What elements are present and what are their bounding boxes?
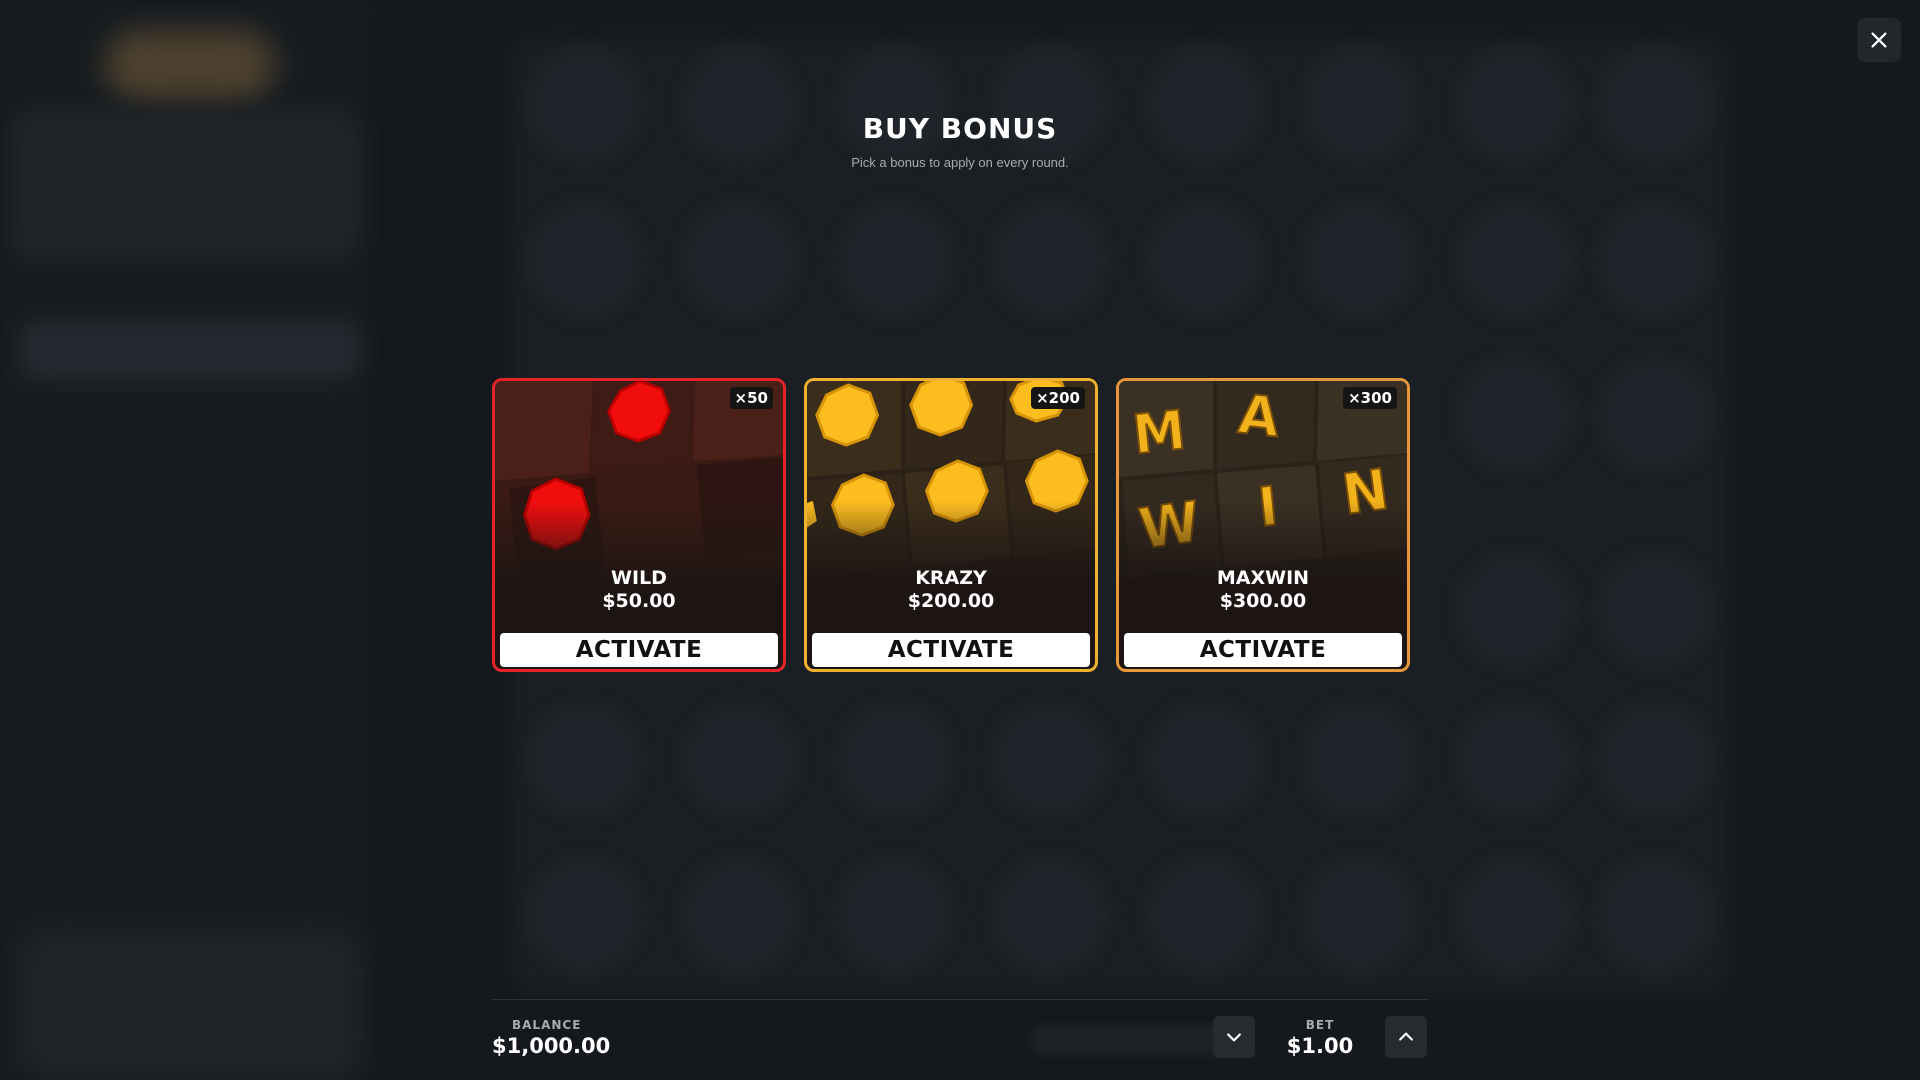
background-cell (990, 200, 1110, 320)
background-pill (1030, 1025, 1230, 1055)
background-cell (1455, 45, 1575, 165)
background-cell (990, 700, 1110, 820)
background-cell (1300, 855, 1420, 975)
bonus-price: $50.00 (602, 590, 676, 612)
activate-button[interactable]: ACTIVATE (1124, 633, 1402, 667)
chevron-down-icon (1227, 1033, 1241, 1042)
bonus-card-wild: ×50 WILD $50.00 ACTIVATE (492, 378, 786, 672)
chevron-up-icon (1399, 1032, 1413, 1041)
bet-value: $1.00 (1286, 1034, 1354, 1058)
background-cell (1595, 550, 1715, 670)
modal-subtitle: Pick a bonus to apply on every round. (851, 155, 1069, 170)
background-panel (20, 930, 360, 1080)
background-cell (1145, 200, 1265, 320)
background-cell (1595, 855, 1715, 975)
background-cell (990, 855, 1110, 975)
background-cell (1145, 855, 1265, 975)
modal-title: BUY BONUS (862, 112, 1058, 145)
background-cell (1300, 200, 1420, 320)
close-icon (1871, 32, 1887, 48)
bonus-cards: ×50 WILD $50.00 ACTIVATE ×200 KRAZY $200… (492, 378, 1410, 672)
activate-button[interactable]: ACTIVATE (812, 633, 1090, 667)
balance-value: $1,000.00 (492, 1034, 611, 1058)
background-cell (1300, 45, 1420, 165)
background-cell (525, 45, 645, 165)
bet-increase-button[interactable] (1385, 1016, 1427, 1058)
background-cell (1145, 700, 1265, 820)
background-cell (1455, 355, 1575, 475)
background-cell (1145, 45, 1265, 165)
background-cell (525, 700, 645, 820)
background-cell (835, 855, 955, 975)
bet-label: BET (1305, 1018, 1335, 1032)
background-cell (1595, 700, 1715, 820)
bonus-name: MAXWIN (1216, 567, 1310, 589)
background-cell (680, 855, 800, 975)
bonus-price: $200.00 (907, 590, 995, 612)
background-cell (525, 200, 645, 320)
background-cell (835, 45, 955, 165)
bonus-price: $300.00 (1219, 590, 1307, 612)
background-cell (1595, 200, 1715, 320)
background-cell (680, 700, 800, 820)
bet-decrease-button[interactable] (1213, 1016, 1255, 1058)
background-cell (680, 200, 800, 320)
art-letter: M (1130, 398, 1189, 467)
background-cell (1595, 355, 1715, 475)
multiplier-badge: ×200 (1031, 387, 1085, 409)
close-button[interactable] (1857, 18, 1901, 62)
multiplier-badge: ×300 (1343, 387, 1397, 409)
bonus-name: KRAZY (915, 567, 987, 589)
background-cell (1455, 200, 1575, 320)
background-cell (835, 200, 955, 320)
art-letter: A (1235, 382, 1283, 450)
background-cell (680, 45, 800, 165)
background-cell (1455, 700, 1575, 820)
footer-divider (492, 999, 1428, 1000)
background-cell (1595, 45, 1715, 165)
background-cell (1455, 550, 1575, 670)
background-logo (105, 30, 275, 100)
bonus-card-krazy: ×200 KRAZY $200.00 ACTIVATE (804, 378, 1098, 672)
bonus-name: WILD (611, 567, 667, 589)
background-cell (525, 855, 645, 975)
background-panel (20, 320, 360, 380)
background-cell (1300, 700, 1420, 820)
background-cell (1455, 855, 1575, 975)
multiplier-badge: ×50 (729, 387, 773, 409)
balance-label: BALANCE (512, 1018, 582, 1032)
background-cell (990, 45, 1110, 165)
background-cell (835, 700, 955, 820)
activate-button[interactable]: ACTIVATE (500, 633, 778, 667)
bonus-card-maxwin: M A W I N ×300 MAXWIN $300.00 ACTIVATE (1116, 378, 1410, 672)
